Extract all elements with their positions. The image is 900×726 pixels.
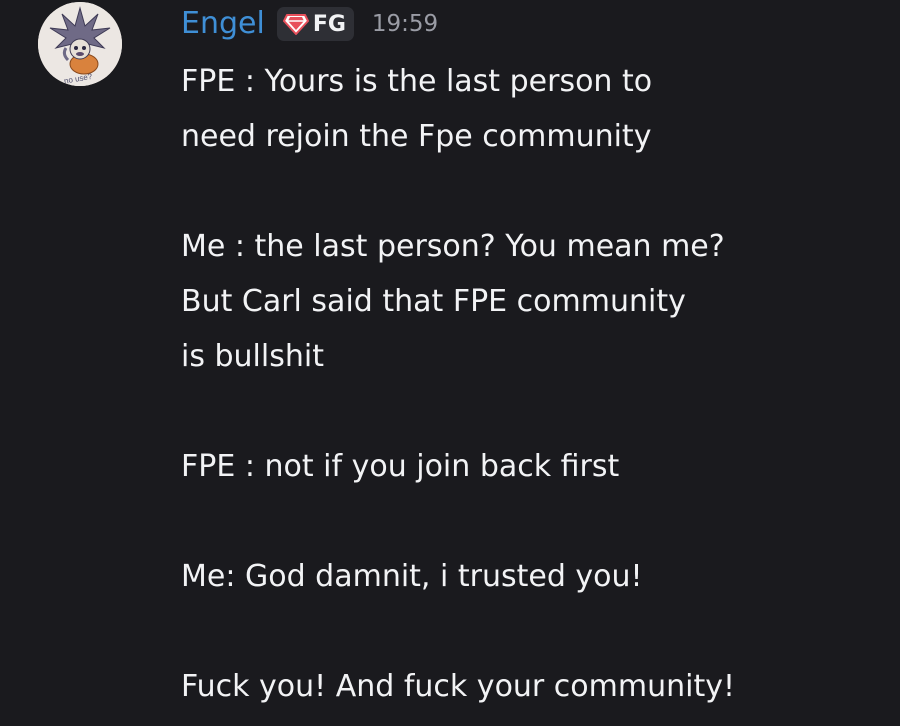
server-tag-label: FG [312,11,346,37]
gem-icon [282,14,309,35]
message-timestamp: 19:59 [371,11,439,37]
message-body: FPE : Yours is the last person to need r… [181,54,881,714]
message-line: Me: God damnit, i trusted you! [181,559,643,594]
message-line: FPE : Yours is the last person to [181,64,653,99]
message-line: need rejoin the Fpe community [181,119,652,154]
message-line [181,164,881,219]
message-line: Me : the last person? You mean me? [181,229,725,264]
message-line: is bullshit [181,339,324,374]
message-line: But Carl said that FPE community [181,284,686,319]
message-line [181,604,881,659]
message-line [181,494,881,549]
message-header: Engel FG 19:59 [181,2,438,46]
message-line: FPE : not if you join back first [181,449,620,484]
message-line: Fuck you! And fuck your community! [181,669,736,704]
message-line [181,384,881,439]
user-avatar[interactable]: no use? [38,2,122,86]
avatar-drawing-icon: no use? [38,2,122,86]
server-tag[interactable]: FG [276,7,354,41]
chat-message: no use? Engel FG 19:59 FPE : Yours is th… [0,0,900,726]
author-name[interactable]: Engel [181,2,265,46]
